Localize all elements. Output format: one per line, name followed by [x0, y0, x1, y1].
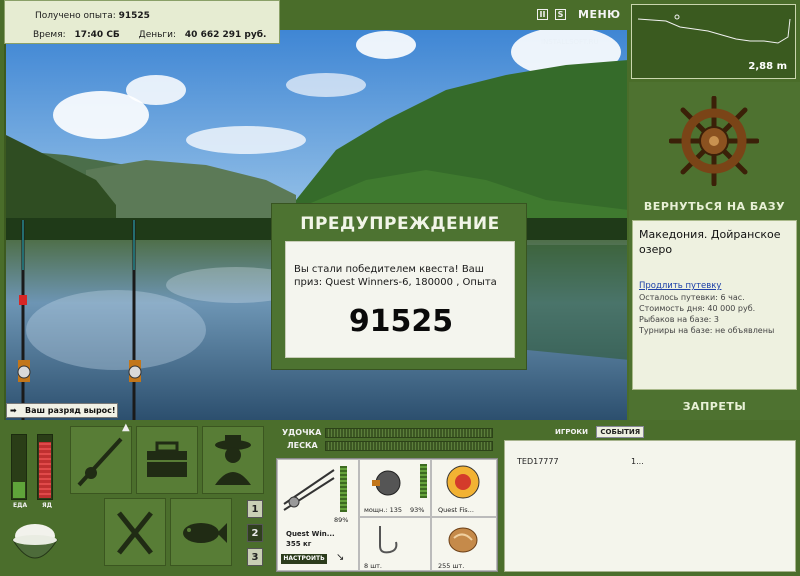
poison-meter — [37, 434, 53, 500]
line-name: Quest Fis... — [438, 506, 474, 514]
return-to-base-button[interactable]: ВЕРНУТЬСЯ НА БАЗУ — [629, 200, 800, 213]
rod-weight: 355 кг — [286, 540, 312, 548]
day-cost: Стоимость дня: 40 000 руб. — [639, 304, 756, 313]
page-button-1[interactable]: 1 — [247, 500, 263, 518]
rank-up-notification[interactable]: ➡ Ваш разряд вырос! — [6, 403, 118, 418]
event-player-name: TED17777 — [517, 457, 559, 466]
right-sidebar: ВЕРНУТЬСЯ НА БАЗУ Македония. Дойранское … — [629, 82, 800, 420]
money-label: Деньги: — [138, 30, 177, 40]
hook-icon — [379, 526, 398, 554]
arrow-down-right-icon: ↘ — [336, 552, 345, 563]
bans-button[interactable]: ЗАПРЕТЫ — [629, 400, 800, 413]
bait-count: 255 шт. — [438, 562, 465, 570]
pause-icon[interactable]: II — [537, 9, 548, 20]
bait-slot[interactable]: 255 шт. — [431, 517, 497, 571]
dialog-message: Вы стали победителем квеста! Ваш приз: Q… — [294, 264, 497, 288]
dialog-experience-number: 91525 — [348, 304, 454, 339]
location-info-panel: Македония. Дойранское озеро Продлить пут… — [632, 220, 797, 390]
reel-percent: 93% — [410, 506, 425, 514]
fish-tile[interactable] — [170, 498, 232, 566]
permit-remaining: Осталось путевки: 6 час. — [639, 293, 745, 302]
food-meter — [11, 434, 27, 500]
watermark: INSTALLSOFT.RU — [541, 38, 599, 46]
cursor-icon: ▲ — [122, 422, 130, 433]
depth-map: 2,88 m — [631, 4, 796, 79]
page-button-3[interactable]: 3 — [247, 548, 263, 566]
events-panel: TED17777 1... — [504, 440, 796, 572]
event-player-value: 1... — [631, 457, 644, 466]
rank-up-text: Ваш разряд вырос! — [25, 406, 116, 415]
tournaments-status: Турниры на базе: не объявлены — [639, 326, 775, 335]
fish-icon — [183, 523, 227, 543]
depth-value: 2,88 m — [748, 61, 787, 72]
bait-icon — [448, 527, 478, 553]
reel-power: мощн.: 135 — [364, 506, 402, 514]
line-tension-bar — [325, 441, 493, 451]
equipment-panel: 89% Quest Win... 355 кг НАСТРОИТЬ ↘ мощн… — [276, 458, 498, 572]
poison-meter-fill — [39, 442, 51, 498]
experience-value: 91525 — [118, 11, 150, 21]
food-bowl-icon[interactable] — [10, 516, 60, 572]
ship-wheel-icon[interactable] — [669, 96, 759, 186]
player-info-panel: Получено опыта: 91525 Время: 17:40 СБ Де… — [4, 0, 280, 44]
rod-condition-bar — [340, 466, 347, 512]
food-meter-fill — [13, 482, 25, 498]
fisherman-icon — [215, 435, 251, 485]
fishing-line-spool-icon — [446, 465, 480, 499]
menu-button[interactable]: МЕНЮ — [578, 8, 621, 21]
time-value: 17:40 СБ — [74, 30, 120, 40]
reel-slot[interactable]: мощн.: 135 93% — [359, 459, 431, 517]
sound-icon[interactable]: S — [555, 9, 566, 20]
hook-slot[interactable]: 8 шт. — [359, 517, 431, 571]
line-slot[interactable]: Quest Fis... — [431, 459, 497, 517]
dialog-body: Вы стали победителем квеста! Ваш приз: Q… — [285, 241, 515, 358]
tab-events[interactable]: СОБЫТИЯ — [596, 426, 645, 438]
tab-players[interactable]: ИГРОКИ — [555, 428, 588, 436]
rod-item-icon — [283, 469, 335, 511]
rod-name: Quest Win... — [286, 530, 335, 538]
rod-tension-bar — [325, 428, 493, 438]
tackle-box-tile[interactable] — [136, 426, 198, 494]
food-label: ЕДА — [13, 502, 28, 509]
time-label: Время: — [33, 30, 66, 40]
events-tabs: ИГРОКИ СОБЫТИЯ — [555, 426, 645, 438]
location-title: Македония. Дойранское озеро — [639, 228, 781, 256]
anglers-count: Рыбаков на базе: 3 — [639, 315, 719, 324]
tackle-box-icon — [147, 441, 187, 477]
knife-fork-icon — [117, 511, 153, 555]
rod-label: УДОЧКА — [282, 428, 322, 437]
warning-dialog[interactable]: ПРЕДУПРЕЖДЕНИЕ Вы стали победителем квес… — [271, 203, 527, 370]
reel-condition-bar — [420, 464, 427, 498]
experience-label: Получено опыта: — [35, 11, 116, 21]
dialog-title: ПРЕДУПРЕЖДЕНИЕ — [300, 214, 500, 234]
fishing-rod-icon — [77, 437, 123, 487]
reel-item-icon — [372, 470, 401, 496]
poison-label: ЯД — [42, 502, 52, 509]
fisherman-tile[interactable] — [202, 426, 264, 494]
arrow-right-icon: ➡ — [10, 406, 17, 415]
extend-permit-link[interactable]: Продлить путевку — [639, 281, 790, 291]
line-label: ЛЕСКА — [287, 441, 318, 450]
food-tile[interactable] — [104, 498, 166, 566]
rod-slot[interactable]: 89% Quest Win... 355 кг НАСТРОИТЬ ↘ — [277, 459, 359, 571]
setup-button[interactable]: НАСТРОИТЬ — [281, 554, 327, 564]
rod-tile[interactable] — [70, 426, 132, 494]
money-value: 40 662 291 руб. — [184, 30, 267, 40]
page-button-2[interactable]: 2 — [247, 524, 263, 542]
hooks-count: 8 шт. — [364, 562, 383, 570]
rod-percent: 89% — [334, 516, 349, 524]
